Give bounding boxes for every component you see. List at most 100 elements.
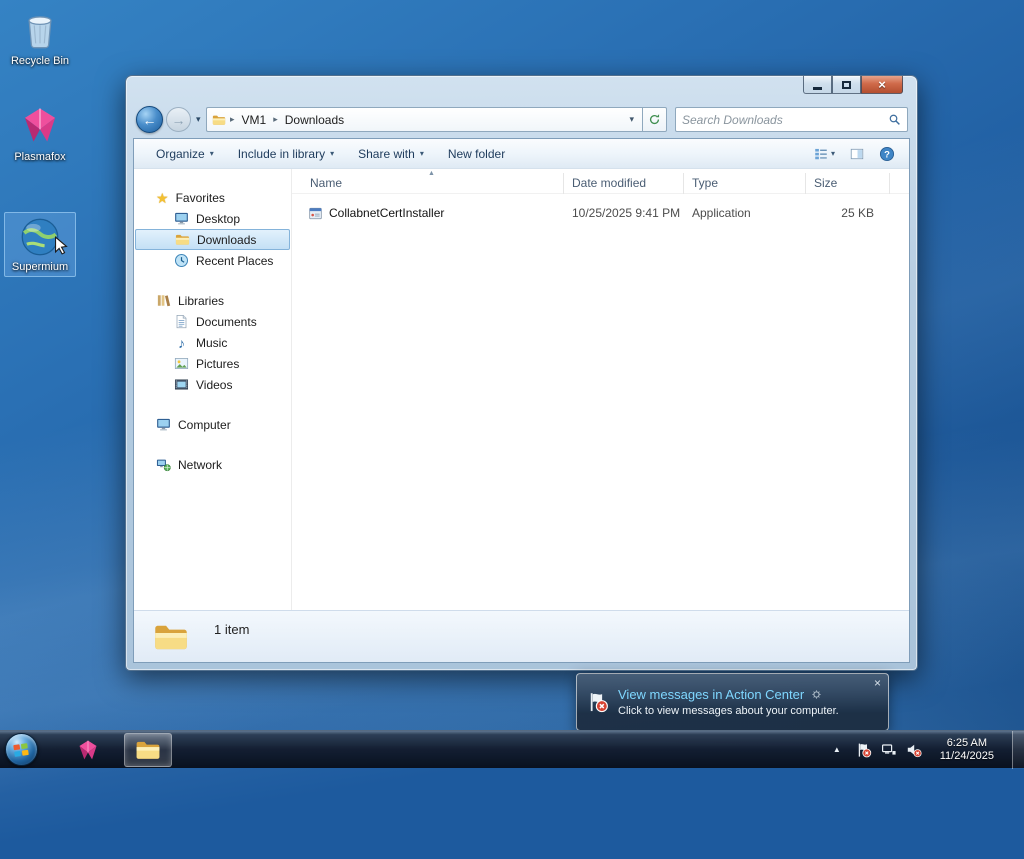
sidebar-item-libraries[interactable]: Libraries <box>134 290 291 311</box>
folder-large-icon <box>150 619 192 655</box>
help-icon <box>879 146 895 162</box>
start-button[interactable] <box>0 731 42 769</box>
sidebar-item-label: Computer <box>178 417 231 432</box>
breadcrumb-item-vm1[interactable]: VM1 <box>239 111 270 129</box>
sidebar-item-favorites[interactable]: ★ Favorites <box>134 187 291 208</box>
share-with-button[interactable]: Share with ▾ <box>346 143 436 165</box>
preview-pane-icon <box>850 147 864 161</box>
address-bar[interactable]: ▸ VM1 ▸ Downloads ▾ <box>206 107 642 132</box>
sidebar-item-label: Music <box>196 335 228 350</box>
new-folder-button[interactable]: New folder <box>436 143 517 165</box>
star-icon: ★ <box>156 189 169 206</box>
recent-pages-dropdown[interactable]: ▾ <box>196 114 201 125</box>
maximize-icon <box>842 80 851 89</box>
sidebar-item-downloads[interactable]: Downloads <box>135 229 290 250</box>
window-panes: ★ Favorites Desktop Downloads Recent Pla… <box>134 169 909 610</box>
breadcrumb-item-downloads[interactable]: Downloads <box>282 111 347 129</box>
sidebar-item-network[interactable]: Network <box>134 454 291 475</box>
chevron-down-icon: ▾ <box>419 149 424 158</box>
sort-ascending-icon: ▲ <box>428 169 435 177</box>
forward-button[interactable]: → <box>166 107 191 132</box>
column-header-size[interactable]: Size <box>806 172 890 194</box>
sidebar-item-computer[interactable]: Computer <box>134 414 291 435</box>
column-header-name[interactable]: Name ▲ <box>292 169 564 194</box>
chevron-down-icon: ▾ <box>330 149 335 158</box>
file-size: 25 KB <box>841 206 874 220</box>
volume-muted-tray-icon[interactable] <box>906 742 922 758</box>
start-orb <box>4 733 38 766</box>
desktop-icon-recycle-bin[interactable]: Recycle Bin <box>4 6 76 68</box>
maximize-button[interactable] <box>832 76 861 94</box>
file-type: Application <box>692 206 751 220</box>
libraries-icon <box>156 293 171 308</box>
sidebar-item-recent-places[interactable]: Recent Places <box>134 250 291 271</box>
search-icon <box>888 113 901 126</box>
forward-arrow-icon: → <box>171 111 186 128</box>
column-label: Type <box>692 176 719 190</box>
sidebar-section-libraries: Libraries Documents ♪ Music Pictures Vid… <box>134 290 291 395</box>
sidebar-section-favorites: ★ Favorites Desktop Downloads Recent Pla… <box>134 187 291 271</box>
back-arrow-icon: ← <box>142 111 157 128</box>
action-center-tray-icon[interactable] <box>856 742 872 758</box>
sidebar-item-label: Documents <box>196 314 257 329</box>
sidebar-item-pictures[interactable]: Pictures <box>134 353 291 374</box>
help-button[interactable] <box>875 143 899 165</box>
taskbar-clock[interactable]: 6:25 AM 11/24/2025 <box>931 737 1003 763</box>
preview-pane-button[interactable] <box>846 144 868 164</box>
new-folder-label: New folder <box>447 146 506 161</box>
sidebar-item-label: Favorites <box>175 190 225 205</box>
organize-button[interactable]: Organize ▾ <box>144 143 226 165</box>
taskbar-plasmafox-button[interactable] <box>68 733 108 767</box>
network-tray-icon[interactable] <box>881 742 897 758</box>
details-pane: 1 item <box>134 610 909 662</box>
column-label: Size <box>814 176 838 190</box>
close-icon: × <box>878 77 886 92</box>
column-header-date-modified[interactable]: Date modified <box>564 172 684 194</box>
desktop-icon-label: Plasmafox <box>14 151 66 163</box>
pictures-icon <box>174 356 189 371</box>
sidebar-item-videos[interactable]: Videos <box>134 374 291 395</box>
sidebar-item-documents[interactable]: Documents <box>134 311 291 332</box>
desktop-icon-plasmafox[interactable]: Plasmafox <box>4 102 76 164</box>
file-row[interactable]: CollabnetCertInstaller 10/25/2025 9:41 P… <box>292 202 909 224</box>
window-titlebar[interactable]: × <box>126 76 917 102</box>
change-view-button[interactable]: ▾ <box>810 144 839 164</box>
folder-icon <box>212 113 226 127</box>
search-box[interactable] <box>675 107 908 132</box>
sidebar-item-label: Recent Places <box>196 253 274 268</box>
action-center-flag-icon <box>587 691 609 713</box>
mouse-cursor-icon <box>52 236 71 255</box>
breadcrumb-separator-icon: ▸ <box>230 114 235 124</box>
address-dropdown-icon[interactable]: ▾ <box>626 114 637 125</box>
balloon-text: View messages in Action Center Click to … <box>618 687 878 717</box>
file-date-modified: 10/25/2025 9:41 PM <box>572 206 681 220</box>
file-list-pane: Name ▲ Date modified Type Size Collabnet… <box>292 169 909 610</box>
column-header-type[interactable]: Type <box>684 172 806 194</box>
show-hidden-icons-button[interactable]: ▲ <box>827 741 847 758</box>
refresh-button[interactable] <box>642 107 667 132</box>
sidebar-item-label: Desktop <box>196 211 241 226</box>
organize-label: Organize <box>156 146 205 161</box>
windows-logo-icon <box>12 741 30 759</box>
action-center-balloon[interactable]: View messages in Action Center Click to … <box>576 673 889 731</box>
back-button[interactable]: ← <box>136 106 163 133</box>
balloon-close-icon[interactable]: × <box>874 677 881 689</box>
window-body: Organize ▾ Include in library ▾ Share wi… <box>133 138 910 663</box>
taskbar: ▲ 6:25 AM 11/24/2025 <box>0 730 1024 769</box>
minimize-button[interactable] <box>803 76 832 94</box>
plasmafox-icon <box>17 102 63 148</box>
sidebar-item-music[interactable]: ♪ Music <box>134 332 291 353</box>
music-note-icon: ♪ <box>178 334 185 351</box>
close-button[interactable]: × <box>861 76 903 94</box>
sidebar-section-computer: Computer <box>134 414 291 435</box>
sidebar-item-desktop[interactable]: Desktop <box>134 208 291 229</box>
file-name: CollabnetCertInstaller <box>329 206 445 220</box>
search-input[interactable] <box>682 112 884 127</box>
window-controls: × <box>803 76 903 94</box>
show-desktop-button[interactable] <box>1012 730 1024 769</box>
balloon-title[interactable]: View messages in Action Center <box>618 687 804 702</box>
breadcrumb-separator-icon: ▸ <box>273 114 278 124</box>
chevron-down-icon: ▾ <box>830 149 835 158</box>
taskbar-explorer-button[interactable] <box>124 732 172 767</box>
include-in-library-button[interactable]: Include in library ▾ <box>226 143 346 165</box>
